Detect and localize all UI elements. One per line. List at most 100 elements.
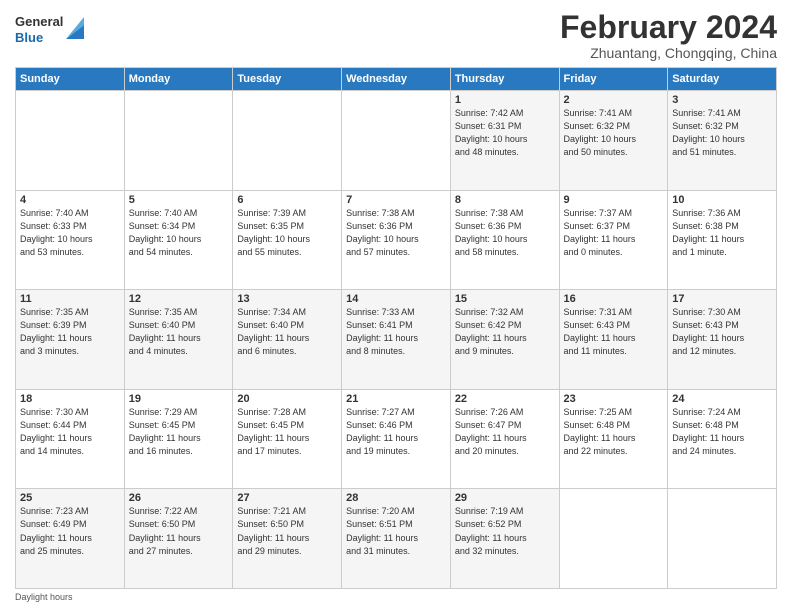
day-info: Sunrise: 7:26 AM Sunset: 6:47 PM Dayligh… <box>455 406 555 458</box>
day-info: Sunrise: 7:19 AM Sunset: 6:52 PM Dayligh… <box>455 505 555 557</box>
day-info: Sunrise: 7:28 AM Sunset: 6:45 PM Dayligh… <box>237 406 337 458</box>
week-row-1: 4Sunrise: 7:40 AM Sunset: 6:33 PM Daylig… <box>16 190 777 290</box>
day-number: 2 <box>564 94 664 106</box>
week-row-2: 11Sunrise: 7:35 AM Sunset: 6:39 PM Dayli… <box>16 290 777 390</box>
day-header-friday: Friday <box>559 68 668 91</box>
day-info: Sunrise: 7:38 AM Sunset: 6:36 PM Dayligh… <box>455 207 555 259</box>
day-header-saturday: Saturday <box>668 68 777 91</box>
footer: Daylight hours <box>15 589 777 602</box>
logo-general: General <box>15 14 63 30</box>
day-info: Sunrise: 7:30 AM Sunset: 6:43 PM Dayligh… <box>672 306 772 358</box>
day-cell: 2Sunrise: 7:41 AM Sunset: 6:32 PM Daylig… <box>559 91 668 191</box>
day-cell: 8Sunrise: 7:38 AM Sunset: 6:36 PM Daylig… <box>450 190 559 290</box>
day-number: 1 <box>455 94 555 106</box>
day-number: 22 <box>455 393 555 405</box>
calendar-table: SundayMondayTuesdayWednesdayThursdayFrid… <box>15 67 777 589</box>
logo-area: General Blue <box>15 10 84 45</box>
day-info: Sunrise: 7:37 AM Sunset: 6:37 PM Dayligh… <box>564 207 664 259</box>
day-info: Sunrise: 7:34 AM Sunset: 6:40 PM Dayligh… <box>237 306 337 358</box>
day-number: 28 <box>346 492 446 504</box>
day-cell: 4Sunrise: 7:40 AM Sunset: 6:33 PM Daylig… <box>16 190 125 290</box>
day-cell: 11Sunrise: 7:35 AM Sunset: 6:39 PM Dayli… <box>16 290 125 390</box>
day-info: Sunrise: 7:22 AM Sunset: 6:50 PM Dayligh… <box>129 505 229 557</box>
day-info: Sunrise: 7:27 AM Sunset: 6:46 PM Dayligh… <box>346 406 446 458</box>
day-number: 8 <box>455 194 555 206</box>
day-number: 24 <box>672 393 772 405</box>
day-info: Sunrise: 7:39 AM Sunset: 6:35 PM Dayligh… <box>237 207 337 259</box>
header-row: SundayMondayTuesdayWednesdayThursdayFrid… <box>16 68 777 91</box>
day-cell: 3Sunrise: 7:41 AM Sunset: 6:32 PM Daylig… <box>668 91 777 191</box>
day-number: 14 <box>346 293 446 305</box>
day-info: Sunrise: 7:38 AM Sunset: 6:36 PM Dayligh… <box>346 207 446 259</box>
week-row-4: 25Sunrise: 7:23 AM Sunset: 6:49 PM Dayli… <box>16 489 777 589</box>
day-number: 6 <box>237 194 337 206</box>
day-cell: 19Sunrise: 7:29 AM Sunset: 6:45 PM Dayli… <box>124 389 233 489</box>
footer-note: Daylight hours <box>15 592 73 602</box>
day-info: Sunrise: 7:40 AM Sunset: 6:34 PM Dayligh… <box>129 207 229 259</box>
day-cell: 9Sunrise: 7:37 AM Sunset: 6:37 PM Daylig… <box>559 190 668 290</box>
day-cell <box>16 91 125 191</box>
day-info: Sunrise: 7:25 AM Sunset: 6:48 PM Dayligh… <box>564 406 664 458</box>
day-header-monday: Monday <box>124 68 233 91</box>
day-cell <box>559 489 668 589</box>
day-number: 15 <box>455 293 555 305</box>
day-cell: 26Sunrise: 7:22 AM Sunset: 6:50 PM Dayli… <box>124 489 233 589</box>
day-cell: 23Sunrise: 7:25 AM Sunset: 6:48 PM Dayli… <box>559 389 668 489</box>
day-cell: 14Sunrise: 7:33 AM Sunset: 6:41 PM Dayli… <box>342 290 451 390</box>
day-number: 26 <box>129 492 229 504</box>
month-title: February 2024 <box>560 10 777 45</box>
header: General Blue February 2024 Zhuantang, Ch… <box>15 10 777 61</box>
day-number: 12 <box>129 293 229 305</box>
day-number: 7 <box>346 194 446 206</box>
week-row-0: 1Sunrise: 7:42 AM Sunset: 6:31 PM Daylig… <box>16 91 777 191</box>
day-cell: 16Sunrise: 7:31 AM Sunset: 6:43 PM Dayli… <box>559 290 668 390</box>
day-header-tuesday: Tuesday <box>233 68 342 91</box>
day-info: Sunrise: 7:30 AM Sunset: 6:44 PM Dayligh… <box>20 406 120 458</box>
day-info: Sunrise: 7:35 AM Sunset: 6:40 PM Dayligh… <box>129 306 229 358</box>
day-cell: 20Sunrise: 7:28 AM Sunset: 6:45 PM Dayli… <box>233 389 342 489</box>
day-info: Sunrise: 7:24 AM Sunset: 6:48 PM Dayligh… <box>672 406 772 458</box>
day-cell: 29Sunrise: 7:19 AM Sunset: 6:52 PM Dayli… <box>450 489 559 589</box>
day-cell <box>124 91 233 191</box>
day-info: Sunrise: 7:31 AM Sunset: 6:43 PM Dayligh… <box>564 306 664 358</box>
day-number: 3 <box>672 94 772 106</box>
day-info: Sunrise: 7:32 AM Sunset: 6:42 PM Dayligh… <box>455 306 555 358</box>
day-cell: 18Sunrise: 7:30 AM Sunset: 6:44 PM Dayli… <box>16 389 125 489</box>
day-cell: 6Sunrise: 7:39 AM Sunset: 6:35 PM Daylig… <box>233 190 342 290</box>
day-cell: 27Sunrise: 7:21 AM Sunset: 6:50 PM Dayli… <box>233 489 342 589</box>
day-info: Sunrise: 7:23 AM Sunset: 6:49 PM Dayligh… <box>20 505 120 557</box>
day-number: 20 <box>237 393 337 405</box>
day-number: 29 <box>455 492 555 504</box>
day-cell: 24Sunrise: 7:24 AM Sunset: 6:48 PM Dayli… <box>668 389 777 489</box>
day-number: 9 <box>564 194 664 206</box>
day-number: 25 <box>20 492 120 504</box>
day-cell: 13Sunrise: 7:34 AM Sunset: 6:40 PM Dayli… <box>233 290 342 390</box>
day-info: Sunrise: 7:40 AM Sunset: 6:33 PM Dayligh… <box>20 207 120 259</box>
day-number: 4 <box>20 194 120 206</box>
day-cell: 28Sunrise: 7:20 AM Sunset: 6:51 PM Dayli… <box>342 489 451 589</box>
day-number: 27 <box>237 492 337 504</box>
logo-icon <box>66 17 84 39</box>
day-cell: 10Sunrise: 7:36 AM Sunset: 6:38 PM Dayli… <box>668 190 777 290</box>
day-info: Sunrise: 7:33 AM Sunset: 6:41 PM Dayligh… <box>346 306 446 358</box>
day-info: Sunrise: 7:41 AM Sunset: 6:32 PM Dayligh… <box>672 107 772 159</box>
day-number: 23 <box>564 393 664 405</box>
day-number: 18 <box>20 393 120 405</box>
title-area: February 2024 Zhuantang, Chongqing, Chin… <box>560 10 777 61</box>
day-cell <box>342 91 451 191</box>
day-cell: 17Sunrise: 7:30 AM Sunset: 6:43 PM Dayli… <box>668 290 777 390</box>
day-number: 10 <box>672 194 772 206</box>
calendar-page: General Blue February 2024 Zhuantang, Ch… <box>0 0 792 612</box>
day-cell: 5Sunrise: 7:40 AM Sunset: 6:34 PM Daylig… <box>124 190 233 290</box>
location-title: Zhuantang, Chongqing, China <box>560 45 777 61</box>
day-cell <box>233 91 342 191</box>
day-header-wednesday: Wednesday <box>342 68 451 91</box>
day-info: Sunrise: 7:20 AM Sunset: 6:51 PM Dayligh… <box>346 505 446 557</box>
day-number: 13 <box>237 293 337 305</box>
day-header-sunday: Sunday <box>16 68 125 91</box>
day-info: Sunrise: 7:41 AM Sunset: 6:32 PM Dayligh… <box>564 107 664 159</box>
day-cell: 12Sunrise: 7:35 AM Sunset: 6:40 PM Dayli… <box>124 290 233 390</box>
day-cell: 21Sunrise: 7:27 AM Sunset: 6:46 PM Dayli… <box>342 389 451 489</box>
logo-text: General Blue <box>15 14 63 45</box>
logo-blue: Blue <box>15 30 63 46</box>
